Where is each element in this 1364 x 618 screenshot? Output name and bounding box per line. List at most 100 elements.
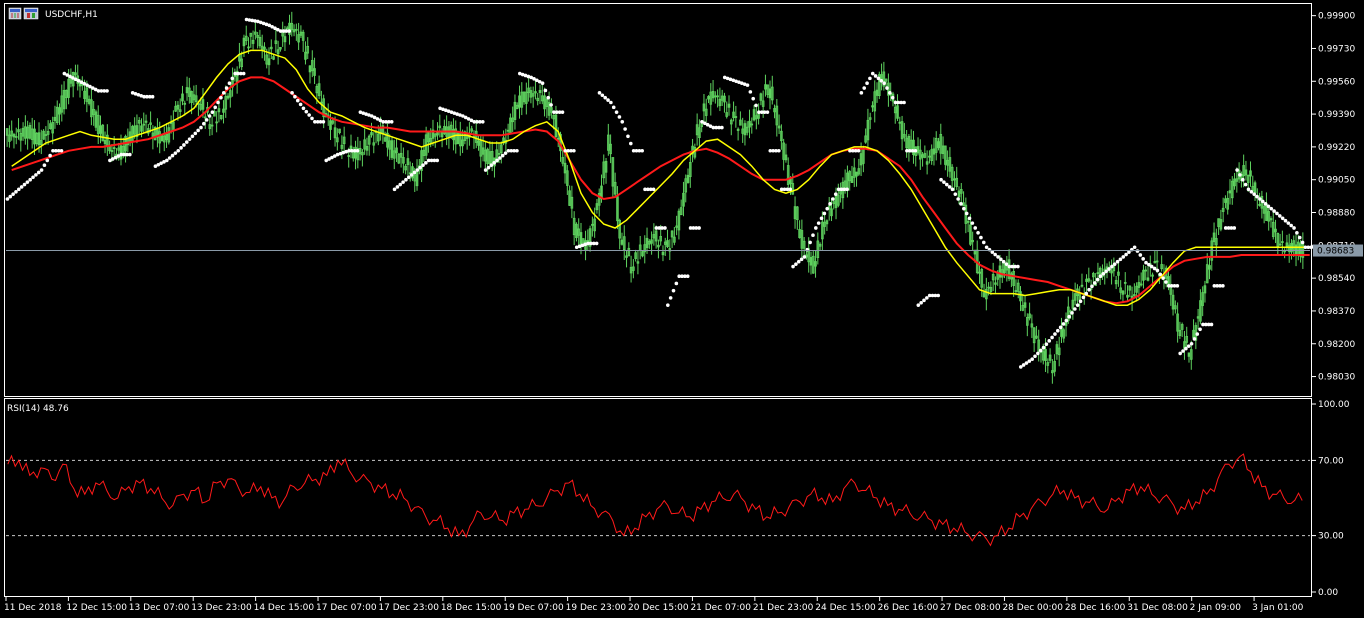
sar-dot <box>199 125 203 130</box>
sar-dot <box>409 173 414 177</box>
sar-dot <box>1044 342 1049 347</box>
sar-dot <box>856 148 861 153</box>
sar-dot <box>219 95 223 100</box>
sar-dot <box>1036 351 1040 356</box>
sar-dot <box>845 187 849 192</box>
sar-dot <box>389 120 394 124</box>
sar-dot <box>959 202 963 206</box>
sar-dot <box>1112 262 1117 266</box>
sar-dot <box>620 120 625 124</box>
sar-dot <box>888 91 892 95</box>
sar-dot <box>1158 272 1163 277</box>
time-tick-label: 19 Dec 23:00 <box>566 603 627 613</box>
sar-dot <box>210 110 215 114</box>
main-pane-frame <box>4 3 1312 397</box>
sar-dot <box>230 76 235 81</box>
sar-dot <box>609 100 613 105</box>
price-tick-label: 0.98540 <box>1318 274 1355 284</box>
sar-dot <box>1266 204 1271 209</box>
sar-dot <box>398 182 403 187</box>
sar-dot <box>594 241 599 246</box>
time-tick-label: 27 Dec 08:00 <box>940 603 1001 613</box>
sar-dot <box>483 168 488 172</box>
price-tick-label: 0.98370 <box>1318 307 1355 317</box>
sar-dot <box>193 131 198 136</box>
rsi-tick-label: 70.00 <box>1318 456 1344 466</box>
sar-dot <box>187 137 192 141</box>
sar-dot <box>617 115 622 119</box>
sar-dot <box>794 262 798 266</box>
sar-dot <box>999 257 1003 262</box>
sar-dot <box>415 168 420 172</box>
sar-dot <box>816 221 821 225</box>
sar-dot <box>1186 344 1191 348</box>
sar-dot <box>973 226 978 230</box>
sar-dot <box>870 71 875 76</box>
sar-dot <box>207 114 212 118</box>
sar-dot <box>492 161 496 165</box>
sar-dot <box>1121 255 1126 259</box>
sar-dot <box>956 197 960 201</box>
sar-dot <box>953 192 958 196</box>
rsi-tick-label: 0.00 <box>1318 588 1338 598</box>
sar-dot <box>105 89 109 93</box>
sar-dot <box>1278 214 1282 218</box>
sar-dot <box>614 110 619 114</box>
sar-dot <box>204 118 209 122</box>
sar-dot <box>865 81 869 85</box>
sar-dot <box>182 143 186 147</box>
sar-dot <box>1124 252 1128 257</box>
sar-dot <box>640 148 644 153</box>
time-tick-label: 31 Dec 08:00 <box>1127 603 1188 613</box>
sar-dot <box>814 226 818 230</box>
sar-dot <box>45 158 50 163</box>
rsi-label: RSI(14) 48.76 <box>7 404 69 414</box>
sar-dot <box>392 187 397 192</box>
sar-dot <box>1090 284 1094 289</box>
sar-dot <box>1058 325 1063 330</box>
sar-dot <box>59 148 64 153</box>
sar-dot <box>720 125 724 130</box>
sar-dot <box>1246 187 1251 192</box>
sar-dot <box>1178 351 1182 356</box>
sar-dot <box>22 182 27 187</box>
sar-dot <box>919 300 923 305</box>
time-tick-label: 21 Dec 07:00 <box>690 603 751 613</box>
sar-dot <box>623 127 627 131</box>
sar-dot <box>603 95 607 100</box>
sar-dot <box>290 91 294 95</box>
sar-dot <box>489 163 494 168</box>
sar-dot <box>1084 291 1089 296</box>
sar-dot <box>401 180 405 184</box>
sar-dot <box>1272 209 1276 213</box>
sar-dot <box>412 170 417 175</box>
sar-dot <box>1064 318 1069 323</box>
price-tick-label: 0.99730 <box>1318 44 1355 54</box>
sar-dot <box>833 192 838 196</box>
time-tick-label: 20 Dec 15:00 <box>628 603 689 613</box>
sar-dot <box>913 148 918 153</box>
sar-dot <box>791 264 795 269</box>
sar-dot <box>1033 354 1037 359</box>
sar-dot <box>572 148 576 153</box>
time-tick-label: 13 Dec 23:00 <box>191 603 252 613</box>
sar-dot <box>822 211 827 216</box>
time-tick-label: 24 Dec 15:00 <box>815 603 876 613</box>
sar-dot <box>1104 269 1108 274</box>
main-pane[interactable]: 0.99900 0.99730 0.99560 0.99390 0.99220 0.990… <box>4 3 1364 397</box>
sar-dot <box>685 274 690 279</box>
sar-dot <box>967 216 972 221</box>
sar-dot <box>227 81 232 85</box>
sar-dot <box>922 298 926 303</box>
sar-dot <box>1061 322 1066 326</box>
sar-dot <box>1300 240 1305 245</box>
price-tick-label: 0.98880 <box>1318 209 1355 219</box>
sar-dot <box>925 296 929 300</box>
sar-dot <box>964 211 969 216</box>
sar-dot <box>500 153 505 158</box>
sar-dot <box>1078 299 1083 304</box>
time-tick-label: 21 Dec 23:00 <box>753 603 814 613</box>
sar-dot <box>184 140 189 144</box>
sar-dot <box>1198 327 1202 332</box>
rsi-pane[interactable]: 100.00 70.00 30.00 0.00 RSI(14) 48.76 <box>4 398 1350 599</box>
